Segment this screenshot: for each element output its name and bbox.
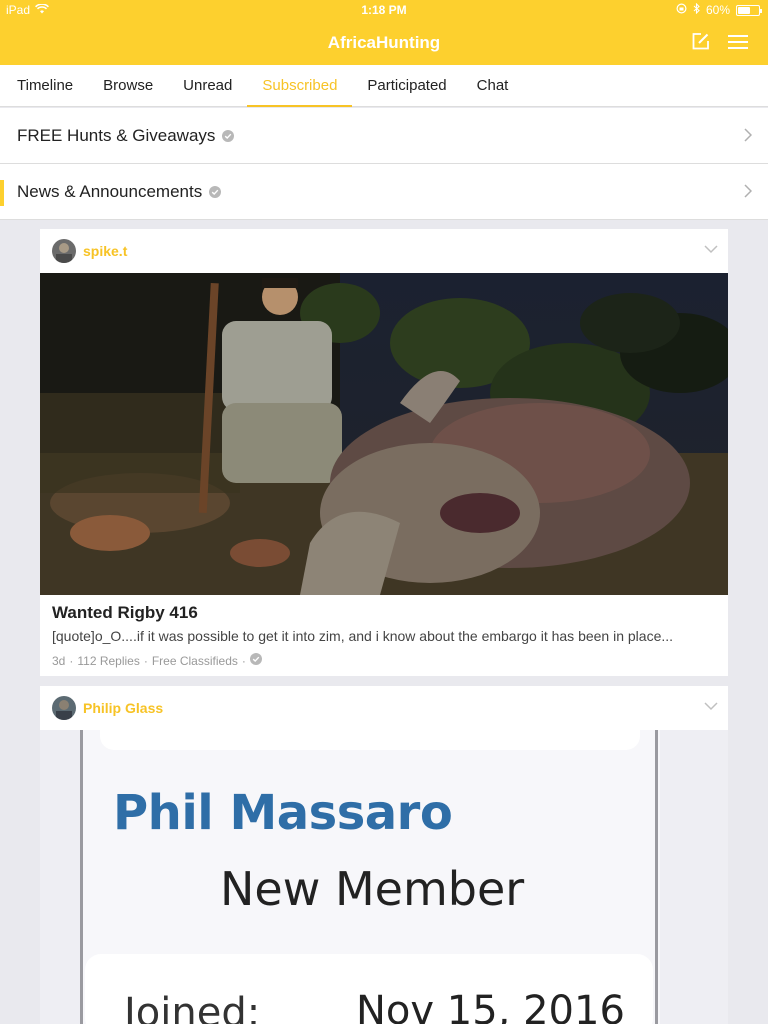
post-author[interactable]: spike.t (83, 243, 127, 259)
battery-percent: 60% (705, 3, 730, 17)
avatar[interactable] (52, 239, 76, 263)
post-age: 3d (52, 653, 66, 668)
post-image[interactable]: Phil Massaro New Member Joined: Nov 15, … (40, 730, 728, 1024)
post-header: spike.t (40, 229, 728, 273)
post-card[interactable]: Philip Glass Phil Massaro New Member Joi… (40, 686, 728, 1024)
post-forum[interactable]: Free Classifieds (152, 654, 238, 668)
forum-row-label: News & Announcements (17, 181, 203, 201)
battery-fill (738, 6, 750, 14)
menu-icon[interactable] (728, 34, 748, 50)
meta-separator: · (143, 653, 148, 668)
bluetooth-icon (693, 2, 700, 17)
forum-row-free-hunts[interactable]: FREE Hunts & Giveaways (0, 108, 768, 164)
unread-marker (0, 180, 4, 206)
chevron-right-icon (744, 128, 753, 147)
tab-participated[interactable]: Participated (352, 65, 461, 107)
status-right: 60% (676, 2, 762, 17)
check-badge-icon (209, 185, 222, 198)
rotation-lock-icon (676, 3, 687, 17)
post-card[interactable]: spike.t Wanted Rigby 416 [quote]o_O....i… (40, 229, 728, 676)
post-excerpt: [quote]o_O....if it was possible to get … (52, 628, 674, 644)
avatar[interactable] (52, 696, 76, 720)
tab-browse[interactable]: Browse (88, 65, 168, 107)
chevron-down-icon[interactable] (704, 698, 718, 716)
battery-icon (736, 4, 762, 16)
meta-separator: · (69, 653, 74, 668)
post-header: Philip Glass (40, 686, 728, 730)
tab-bar: Timeline Browse Unread Subscribed Partic… (0, 65, 768, 107)
post-title[interactable]: Wanted Rigby 416 (52, 603, 198, 623)
meta-separator: · (241, 653, 246, 668)
forum-row-news[interactable]: News & Announcements (0, 164, 768, 220)
forum-row-label: FREE Hunts & Giveaways (17, 125, 216, 145)
image-text-role: New Member (220, 862, 525, 916)
image-text-joined-label: Joined: (124, 990, 261, 1024)
chevron-right-icon (744, 184, 753, 203)
image-text-name: Phil Massaro (113, 785, 453, 841)
post-image[interactable] (40, 273, 728, 595)
tab-timeline[interactable]: Timeline (2, 65, 88, 107)
tab-chat[interactable]: Chat (462, 65, 524, 107)
top-bar: iPad 1:18 PM 60% AfricaHunting (0, 0, 768, 65)
compose-icon[interactable] (691, 32, 710, 51)
check-badge-icon (222, 129, 235, 142)
image-text-joined-date: Nov 15, 2016 (356, 988, 625, 1024)
check-badge-icon (249, 653, 262, 668)
status-bar: iPad 1:18 PM 60% (0, 0, 768, 20)
post-replies: 112 Replies (77, 653, 140, 668)
chevron-down-icon[interactable] (704, 241, 718, 259)
post-meta: 3d · 112 Replies · Free Classifieds · (52, 653, 262, 668)
tab-subscribed[interactable]: Subscribed (247, 65, 353, 107)
app-title: AfricaHunting (327, 33, 441, 52)
nav-actions (691, 32, 748, 51)
status-time: 1:18 PM (361, 3, 407, 17)
tab-unread[interactable]: Unread (168, 65, 247, 107)
post-author[interactable]: Philip Glass (83, 700, 163, 716)
